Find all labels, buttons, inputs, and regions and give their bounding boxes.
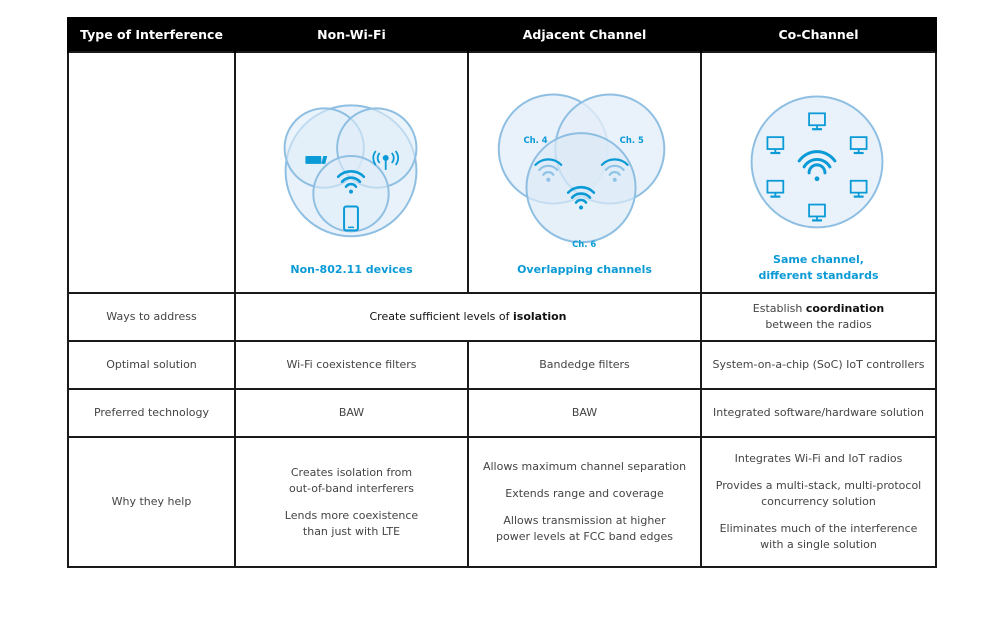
table-row-preferred-technology: Preferred technology BAW BAW Integrated … [67,388,937,438]
cell-adjacent: BAW [467,388,702,438]
diagram-row: Non-802.11 devices Ch. 4 Ch. 5 Ch. 6 Ove… [67,51,937,294]
line: Allows maximum channel separation [482,460,687,473]
row-label: Optimal solution [67,340,236,390]
line: Integrates Wi-Fi and IoT radios [734,452,903,465]
header-adjacent-channel: Adjacent Channel [467,17,702,52]
line: with a single solution [760,538,877,551]
paragraph: Allows transmission at higher power level… [475,513,694,545]
table-row-optimal-solution: Optimal solution Wi-Fi coexistence filte… [67,340,937,390]
ways-co-text: Establish [752,302,806,315]
ways-co-bold-text: coordination [805,302,885,315]
line: Creates isolation from [290,465,413,479]
line: Provides a multi-stack, multi-protocol [715,479,922,492]
channel-4-label: Ch. 4 [524,135,548,145]
line: out-of-band interferers [289,481,414,495]
ways-co-text-line2: between the radios [765,318,872,331]
line: Eliminates much of the interference [719,522,918,535]
co-channel-diagram [750,95,884,229]
co-channel-caption: Same channel, different standards [702,252,935,284]
table-row-ways-to-address: Ways to address Create sufficient levels… [67,292,937,342]
row-label: Ways to address [67,292,236,342]
diagram-row-label-cell [67,51,236,294]
ways-text: Create sufficient levels of [369,310,514,323]
line: Allows transmission at higher [503,514,666,527]
paragraph: Provides a multi-stack, multi-protocol co… [708,478,929,510]
line: than just with LTE [302,524,401,538]
paragraph: Integrates Wi-Fi and IoT radios [708,451,929,467]
paragraph: Creates isolation from out-of-band interf… [242,465,461,497]
cell-co-channel: Integrates Wi-Fi and IoT radios Provides… [700,436,937,568]
line: concurrency solution [761,495,876,508]
cell-non-wifi: Creates isolation from out-of-band interf… [234,436,469,568]
row-label: Preferred technology [67,388,236,438]
cell-adjacent: Bandedge filters [467,340,702,390]
line: power levels at FCC band edges [495,530,674,543]
adjacent-channel-caption: Overlapping channels [517,263,652,276]
non-wifi-diagram-cell: Non-802.11 devices [234,51,469,294]
non-wifi-venn-diagram [283,104,418,238]
adjacent-channel-venn-diagram: Ch. 4 Ch. 5 Ch. 6 [497,93,666,249]
header-co-channel: Co-Channel [700,17,937,52]
paragraph: Extends range and coverage [475,486,694,502]
line: Extends range and coverage [505,487,664,500]
cell-adjacent: Allows maximum channel separation Extend… [467,436,702,568]
paragraph: Lends more coexistence than just with LTE [242,508,461,540]
ways-bold-text: isolation [513,310,567,323]
cell-non-wifi: BAW [234,388,469,438]
co-channel-diagram-cell: Same channel, different standards [700,51,937,294]
line: Lends more coexistence [284,508,419,522]
paragraph: Eliminates much of the interference with … [708,521,929,553]
cell-co-channel: Integrated software/hardware solution [700,388,937,438]
channel-5-label: Ch. 5 [620,135,644,145]
non-wifi-caption: Non-802.11 devices [290,263,413,276]
caption-line-1: Same channel, [773,253,864,266]
channel-6-label: Ch. 6 [572,239,596,249]
caption-line-2: different standards [758,269,879,282]
ways-merged-cell: Create sufficient levels of isolation [234,292,702,342]
cell-non-wifi: Wi-Fi coexistence filters [234,340,469,390]
header-type-of-interference: Type of Interference [67,17,236,52]
cell-co-channel: System-on-a-chip (SoC) IoT controllers [700,340,937,390]
coverage-circle [750,95,884,229]
adjacent-channel-diagram-cell: Ch. 4 Ch. 5 Ch. 6 Overlapping channels [467,51,702,294]
ways-co-channel-cell: Establish coordination between the radio… [700,292,937,342]
usb-dongle-icon [305,155,328,164]
header-non-wifi: Non-Wi-Fi [234,17,469,52]
row-label: Why they help [67,436,236,568]
header-row: Type of Interference Non-Wi-Fi Adjacent … [67,17,937,52]
interference-comparison-table: Type of Interference Non-Wi-Fi Adjacent … [67,17,937,568]
paragraph: Allows maximum channel separation [475,459,694,475]
table-row-why-they-help: Why they help Creates isolation from out-… [67,436,937,568]
